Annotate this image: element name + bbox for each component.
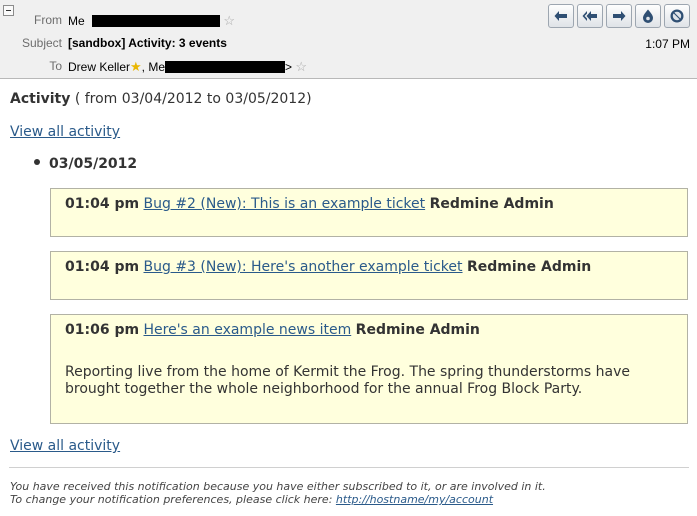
message-header: From Me ☆ Subject [sandbox] Activity: 3 … bbox=[0, 0, 697, 79]
star-icon[interactable]: ☆ bbox=[223, 13, 235, 28]
event-link[interactable]: Bug #3 (New): Here's another example tic… bbox=[144, 259, 463, 275]
activity-event: 01:04 pm Bug #3 (New): Here's another ex… bbox=[50, 251, 688, 300]
junk-button[interactable] bbox=[635, 4, 661, 28]
junk-icon bbox=[643, 9, 653, 23]
activity-heading-label: Activity bbox=[10, 91, 71, 107]
forward-icon bbox=[613, 11, 626, 21]
date-heading: 03/05/2012 bbox=[34, 156, 137, 172]
recipient-2[interactable]: Me bbox=[148, 60, 165, 74]
star-filled-icon[interactable]: ★ bbox=[130, 59, 142, 74]
event-link[interactable]: Here's an example news item bbox=[144, 322, 352, 338]
redacted-email bbox=[165, 61, 286, 73]
subject-label: Subject bbox=[21, 36, 62, 50]
view-all-activity-link-top[interactable]: View all activity bbox=[10, 124, 120, 140]
reply-all-icon bbox=[582, 11, 597, 21]
event-description: Reporting live from the home of Kermit t… bbox=[65, 364, 673, 398]
reply-icon bbox=[554, 11, 567, 21]
recipient-1[interactable]: Drew Keller bbox=[68, 60, 130, 74]
message-actions bbox=[548, 4, 690, 28]
footer-divider bbox=[9, 467, 689, 468]
reply-button[interactable] bbox=[548, 4, 574, 28]
redacted-email bbox=[92, 15, 221, 27]
event-time: 01:04 pm bbox=[65, 196, 140, 212]
message-time: 1:07 PM bbox=[645, 37, 690, 51]
footer-line-2: To change your notification preferences,… bbox=[10, 493, 546, 506]
activity-heading: Activity ( from 03/04/2012 to 03/05/2012… bbox=[10, 91, 312, 107]
from-value[interactable]: Me ☆ bbox=[68, 13, 235, 29]
event-description-line: Reporting live from the home of Kermit t… bbox=[65, 364, 630, 380]
collapse-header-toggle[interactable] bbox=[3, 5, 14, 16]
activity-date-range: ( from 03/04/2012 to 03/05/2012) bbox=[70, 91, 312, 107]
event-time: 01:04 pm bbox=[65, 259, 140, 275]
activity-event: 01:04 pm Bug #2 (New): This is an exampl… bbox=[50, 188, 688, 237]
event-time: 01:06 pm bbox=[65, 322, 140, 338]
notification-footer: You have received this notification beca… bbox=[10, 480, 546, 506]
reply-all-button[interactable] bbox=[577, 4, 603, 28]
view-all-activity-link-bottom[interactable]: View all activity bbox=[10, 438, 120, 454]
forward-button[interactable] bbox=[606, 4, 632, 28]
from-name[interactable]: Me bbox=[68, 14, 85, 28]
date-label: 03/05/2012 bbox=[49, 156, 138, 172]
account-settings-link[interactable]: http://hostname/my/account bbox=[336, 493, 493, 506]
delete-button[interactable] bbox=[664, 4, 690, 28]
event-link[interactable]: Bug #2 (New): This is an example ticket bbox=[144, 196, 426, 212]
footer-line-2-text: To change your notification preferences,… bbox=[10, 493, 336, 506]
subject-value: [sandbox] Activity: 3 events bbox=[68, 36, 227, 50]
event-author: Redmine Admin bbox=[429, 196, 554, 212]
to-label: To bbox=[49, 59, 62, 73]
event-description-line: brought together the whole neighborhood … bbox=[65, 381, 583, 397]
event-author: Redmine Admin bbox=[466, 259, 592, 275]
footer-line-1: You have received this notification beca… bbox=[10, 480, 546, 493]
activity-event: 01:06 pm Here's an example news item Red… bbox=[50, 314, 688, 424]
star-icon[interactable]: ☆ bbox=[295, 59, 307, 74]
event-author: Redmine Admin bbox=[355, 322, 480, 338]
recipient-2-suffix: > bbox=[285, 60, 293, 74]
from-label: From bbox=[34, 13, 62, 27]
delete-icon bbox=[670, 9, 684, 23]
to-value: Drew Keller★, Me > ☆ bbox=[68, 59, 307, 75]
bullet bbox=[34, 159, 40, 165]
